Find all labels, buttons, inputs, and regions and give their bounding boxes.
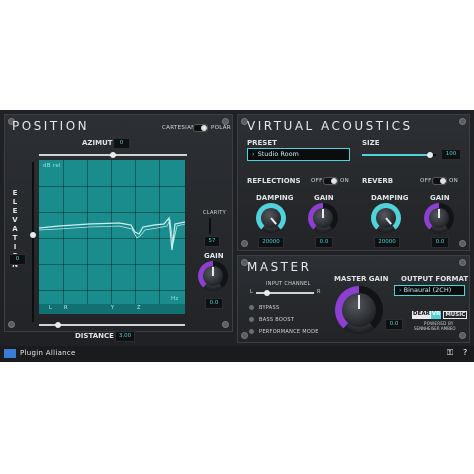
performance-mode-radio[interactable]: [249, 329, 254, 334]
eq-tab-bar: L R Y Z: [39, 304, 185, 314]
position-title: POSITION: [12, 119, 90, 133]
virtual-acoustics-title: VIRTUAL ACOUSTICS: [247, 119, 413, 133]
master-gain-value[interactable]: 0.0: [385, 319, 403, 330]
reverb-damping-value[interactable]: 20000: [374, 237, 400, 248]
position-panel: POSITION CARTESIAN POLAR AZIMUTH 0 E L E…: [4, 114, 233, 342]
reflections-damping-knob[interactable]: [256, 203, 286, 233]
reverb-damping-label: DAMPING: [371, 194, 409, 202]
plugin-window: POSITION CARTESIAN POLAR AZIMUTH 0 E L E…: [0, 110, 474, 362]
preset-dropdown[interactable]: › Studio Room: [247, 148, 350, 161]
cartesian-label: CARTESIAN: [162, 125, 196, 131]
clarity-slider[interactable]: [209, 218, 211, 234]
polar-label: POLAR: [211, 125, 231, 131]
reflections-damping-value[interactable]: 20000: [258, 237, 284, 248]
elevation-slider[interactable]: [32, 162, 34, 322]
reflections-label: REFLECTIONS: [247, 177, 301, 185]
reflections-toggle[interactable]: [323, 177, 338, 185]
master-title: MASTER: [247, 260, 312, 274]
key-icon[interactable]: ⚿: [447, 348, 453, 358]
position-gain-label: GAIN: [204, 252, 224, 260]
input-channel-label: INPUT CHANNEL: [266, 281, 311, 287]
reverb-label: REVERB: [362, 177, 394, 185]
reverb-off-label: OFF: [420, 178, 432, 184]
reverb-gain-value[interactable]: 0.0: [431, 237, 449, 248]
size-label: SIZE: [362, 139, 380, 147]
elevation-value[interactable]: 0: [9, 254, 26, 265]
azimuth-slider-thumb[interactable]: [110, 152, 116, 158]
bypass-label: BYPASS: [259, 305, 280, 311]
reverb-gain-knob[interactable]: [424, 203, 454, 233]
position-gain-value[interactable]: 0.0: [205, 298, 223, 309]
elevation-slider-thumb[interactable]: [30, 232, 36, 238]
size-slider-fill: [362, 154, 430, 156]
eq-display[interactable]: dB rel Hz L R Y Z: [39, 160, 185, 314]
clarity-value[interactable]: 57: [204, 236, 220, 247]
performance-mode-label: PERFORMANCE MODE: [259, 329, 319, 335]
bypass-radio[interactable]: [249, 305, 254, 310]
input-left-label: L: [250, 289, 254, 295]
eq-tab-z[interactable]: Z: [137, 305, 140, 311]
reflections-on-label: ON: [340, 178, 350, 184]
master-gain-label: MASTER GAIN: [334, 275, 389, 283]
plugin-alliance-logo-icon: [4, 349, 16, 358]
output-format-dropdown[interactable]: › Binaural (2CH): [394, 285, 465, 296]
preset-label: PRESET: [247, 139, 277, 147]
virtual-acoustics-panel: VIRTUAL ACOUSTICS PRESET › Studio Room SI…: [237, 114, 470, 251]
size-slider-thumb[interactable]: [427, 152, 433, 158]
position-gain-knob[interactable]: [198, 261, 228, 291]
eq-curve: [39, 216, 185, 251]
footer-brand: Plugin Alliance: [20, 349, 76, 357]
clarity-label: CLARITY: [203, 210, 226, 216]
reverb-damping-knob[interactable]: [371, 203, 401, 233]
reflections-damping-label: DAMPING: [256, 194, 294, 202]
eq-tab-y[interactable]: Y: [111, 305, 114, 311]
distance-slider-thumb[interactable]: [55, 322, 61, 328]
eq-tab-r[interactable]: R: [64, 305, 67, 311]
help-button[interactable]: ?: [463, 348, 467, 357]
reflections-off-label: OFF: [311, 178, 323, 184]
dearvr-logo: DEAR VR MUSIC: [412, 311, 468, 319]
reverb-toggle[interactable]: [432, 177, 447, 185]
sennheiser-logo: SENNHEISER AMBEO: [414, 326, 456, 331]
output-format-value: Binaural (2CH): [403, 286, 452, 294]
bass-boost-radio[interactable]: [249, 317, 254, 322]
master-gain-knob[interactable]: [335, 286, 383, 334]
master-panel: MASTER INPUT CHANNEL L R BYPASS BASS BOO…: [237, 255, 470, 343]
output-format-label: OUTPUT FORMAT: [401, 275, 469, 283]
chevron-right-icon: ›: [399, 286, 402, 294]
preset-value: Studio Room: [257, 150, 299, 158]
input-channel-thumb[interactable]: [264, 290, 270, 296]
bass-boost-label: BASS BOOST: [259, 317, 295, 323]
azimuth-value[interactable]: 0: [113, 138, 130, 149]
reflections-gain-label: GAIN: [314, 194, 334, 202]
reverb-on-label: ON: [449, 178, 459, 184]
reflections-gain-value[interactable]: 0.0: [315, 237, 333, 248]
distance-value[interactable]: 3.00: [115, 331, 135, 342]
size-value[interactable]: 100: [441, 149, 461, 160]
eq-tab-l[interactable]: L: [49, 305, 52, 311]
input-right-label: R: [317, 289, 321, 295]
distance-label: DISTANCE: [75, 332, 114, 340]
chevron-right-icon: ›: [252, 150, 255, 158]
coordinate-mode-toggle[interactable]: [193, 124, 208, 132]
reverb-gain-label: GAIN: [430, 194, 450, 202]
reflections-gain-knob[interactable]: [308, 203, 338, 233]
footer-bar: Plugin Alliance ⚿ ?: [0, 346, 474, 362]
